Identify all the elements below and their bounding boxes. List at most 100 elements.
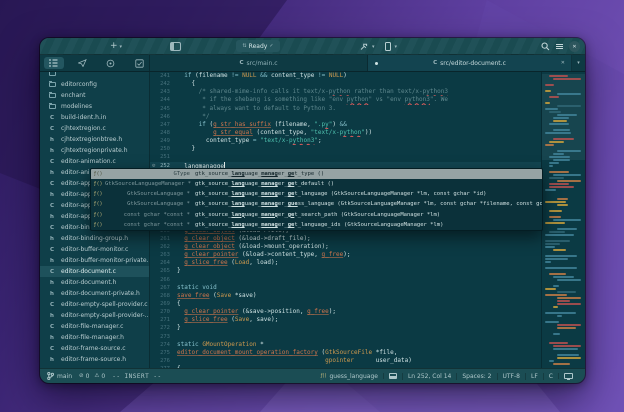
code-line[interactable]: 250 } (150, 145, 541, 153)
file-row[interactable] (40, 72, 149, 79)
close-button[interactable]: ✕ (569, 41, 580, 52)
code-line[interactable]: 273 (150, 333, 541, 341)
file-row[interactable]: editorconfig (40, 79, 149, 90)
indentation-button[interactable]: Spaces: 2 (456, 373, 496, 380)
file-row[interactable]: Ceditor-file-manager.c (40, 321, 149, 332)
function-icon: ƒ() (91, 222, 105, 228)
project-tree-tab[interactable] (44, 57, 64, 69)
omnibar-status-button[interactable]: ⇅ Ready ✓ (236, 40, 280, 52)
new-document-button[interactable]: + ▾ (110, 38, 122, 55)
chevron-down-icon[interactable]: ▾ (395, 44, 398, 50)
line-ending-button[interactable]: LF (525, 373, 543, 380)
paper-plane-icon (78, 59, 87, 67)
match-highlight: lang (231, 201, 244, 207)
menu-icon[interactable] (556, 44, 563, 49)
token (177, 129, 213, 136)
code-line[interactable]: 249 content_type = "text/x-python3"; (150, 137, 541, 145)
match-highlight: gue (288, 201, 298, 207)
file-row[interactable]: heditor-document-private.h (40, 288, 149, 299)
file-row[interactable]: Ccjhtextregion.c (40, 123, 149, 134)
line-number: 275 (150, 349, 174, 357)
code-line[interactable]: 248 g_str_equal (content_type, "text/x-p… (150, 129, 541, 137)
build-hammer-icon[interactable] (360, 43, 368, 51)
bottom-panel-button[interactable] (383, 373, 402, 379)
language-button[interactable]: C (543, 373, 558, 380)
code-line[interactable]: 269{ (150, 300, 541, 308)
code-line[interactable]: 268save_free (Save *save) (150, 292, 541, 300)
tab-src-main-c[interactable]: Csrc/main.c (150, 55, 368, 71)
code-line[interactable]: 241 if (filename != NULL && content_type… (150, 72, 541, 80)
completion-row[interactable]: ƒ()GtkSourceLanguageManager *gtk_source_… (91, 179, 542, 189)
completion-row[interactable]: ƒ()const gchar *const *gtk_source_langua… (91, 220, 542, 230)
minimap-line (549, 183, 569, 185)
encoding-button[interactable]: UTF-8 (497, 373, 526, 380)
chevron-down-icon: ▾ (120, 44, 123, 50)
tab-close-icon[interactable]: ✕ (561, 60, 565, 66)
code-line[interactable]: 251 (150, 153, 541, 161)
file-row[interactable]: Cbuild-ident.h.in (40, 112, 149, 123)
file-row[interactable]: heditor-file-manager.h (40, 332, 149, 343)
code-line[interactable]: 264 g_slice_free (Load, load); (150, 259, 541, 267)
file-name: editor-frame-source.h (61, 356, 126, 363)
code-line[interactable]: 244 * if the shebang is something like "… (150, 96, 541, 104)
build-targets-tab[interactable] (130, 57, 150, 69)
file-row[interactable]: Ceditor-buffer-monitor.c (40, 244, 149, 255)
code-line[interactable]: 277{ (150, 365, 541, 368)
diagnostics-button[interactable]: ⊘ 0 ⚠ 0 (79, 373, 105, 380)
file-row[interactable]: heditor-document.h (40, 277, 149, 288)
file-row[interactable]: heditor-frame-source.h (40, 354, 149, 365)
tab-src-editor-document-c[interactable]: Csrc/editor-document.c✕ (368, 55, 572, 71)
completion-row[interactable]: ƒ()GtkSourceLanguage *gtk_source_languag… (91, 199, 542, 209)
code-line[interactable]: 265} (150, 267, 541, 275)
completion-row[interactable]: ƒ()const gchar *const *gtk_source_langua… (91, 210, 542, 220)
completion-row[interactable]: ƒ()GtkSourceLanguage *gtk_source_languag… (91, 189, 542, 199)
code-line[interactable]: 274static GMountOperation * (150, 341, 541, 349)
code-line[interactable]: 242 { (150, 80, 541, 88)
code-line[interactable]: 245 * always want to default to Python 3… (150, 105, 541, 113)
display-button[interactable] (558, 373, 578, 379)
code-line[interactable]: 271 g_slice_free (Save, save); (150, 316, 541, 324)
file-row[interactable]: heditor-binding-group.h (40, 233, 149, 244)
file-row[interactable]: Ceditor-document.c (40, 266, 149, 277)
code-line[interactable]: 263 g_clear_pointer (&load->content_type… (150, 251, 541, 259)
file-row[interactable]: modelines (40, 101, 149, 112)
file-row[interactable]: heditor-buffer-monitor-private.h (40, 255, 149, 266)
file-row[interactable]: Ceditor-frame-source.c (40, 343, 149, 354)
file-row[interactable]: hcjhtextregionbtree.h (40, 134, 149, 145)
file-row[interactable]: heditor-empty-spell-provider-... (40, 310, 149, 321)
code-line[interactable]: 267static void (150, 284, 541, 292)
minimap-scrollbar[interactable] (541, 72, 585, 368)
code-line[interactable]: 261 g_clear_object (&load->draft_file); (150, 235, 541, 243)
cursor-position-button[interactable]: Ln 252, Col 14 (402, 373, 456, 380)
search-icon[interactable] (541, 42, 550, 51)
completion-row[interactable]: ƒ()GTypegtk_source_language_manager_get_… (91, 169, 542, 179)
code-line[interactable]: 270 g_clear_pointer (&save->position, g_… (150, 308, 541, 316)
token: { (177, 365, 181, 368)
code-line[interactable]: 275editor_document_mount_operation_facto… (150, 349, 541, 357)
function-icon: ƒ() (91, 171, 105, 177)
branch-button[interactable]: main (47, 372, 72, 380)
code-line[interactable]: 266 (150, 276, 541, 284)
token: ( (228, 316, 235, 323)
minimap-line (549, 156, 570, 158)
minimap-line (557, 114, 577, 116)
code-line[interactable]: 262 g_clear_object (&load->mount_operati… (150, 243, 541, 251)
run-device-icon[interactable] (385, 42, 391, 51)
file-row[interactable]: enchant (40, 90, 149, 101)
file-row[interactable]: Ceditor-empty-spell-provider.c (40, 299, 149, 310)
panel-toggle-button[interactable] (170, 42, 181, 51)
symbols-tab[interactable] (73, 57, 93, 69)
token: (&save->position, (238, 308, 307, 315)
file-row[interactable]: hcjhtextregionprivate.h (40, 145, 149, 156)
current-symbol-button[interactable]: ƒ() guess_language (316, 373, 383, 380)
history-tab[interactable] (101, 57, 121, 69)
token: g_slice_free (184, 259, 227, 266)
code-line[interactable]: 247 if (g_str_has_suffix (filename, ".py… (150, 121, 541, 129)
code-line[interactable]: 246 */ (150, 113, 541, 121)
pages-dropdown-button[interactable]: ▾ (572, 55, 585, 71)
code-line[interactable]: 276 gpointer user_data) (150, 357, 541, 365)
file-row[interactable]: Ceditor-animation.c (40, 156, 149, 167)
code-line[interactable]: 243 /* shared-mime-info calls it text/x-… (150, 88, 541, 96)
code-line[interactable]: 272} (150, 324, 541, 332)
chevron-down-icon[interactable]: ▾ (372, 44, 375, 50)
